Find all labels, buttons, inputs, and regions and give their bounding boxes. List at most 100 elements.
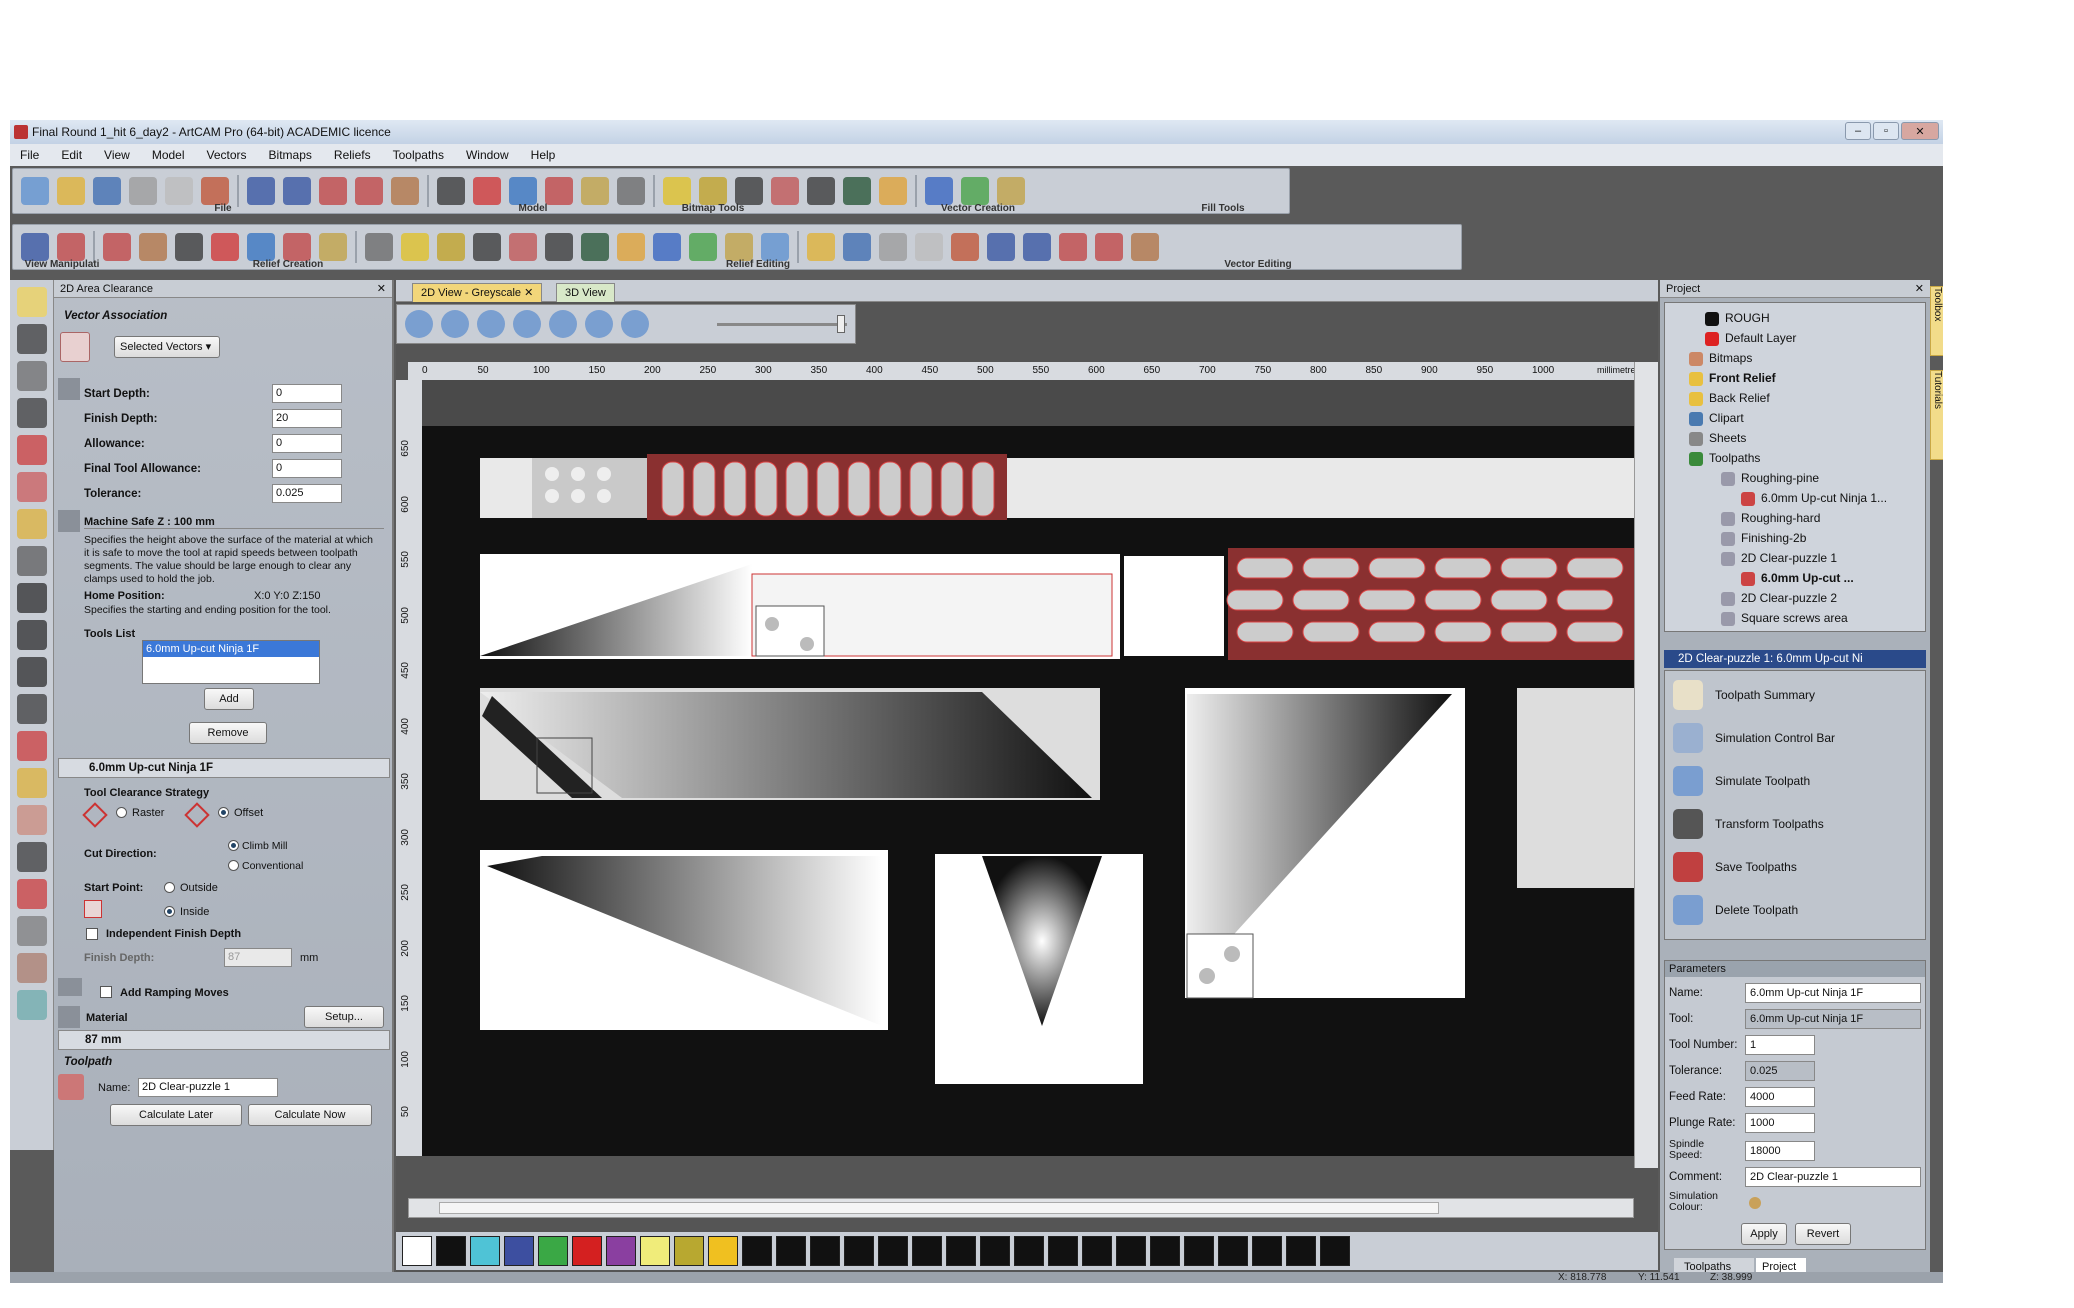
tree-item[interactable]: Roughing-pine <box>1721 469 1819 487</box>
tree-item[interactable]: Bitmaps <box>1689 349 1752 367</box>
machine-safe-z-label[interactable]: Machine Safe Z : 100 mm <box>84 516 384 529</box>
toolbar2-tool-icon[interactable] <box>401 233 429 261</box>
toolbar2-tool-icon[interactable] <box>1059 233 1087 261</box>
material-setup-button[interactable]: Setup... <box>304 1006 384 1028</box>
palette-colour-swatch[interactable] <box>946 1236 976 1266</box>
horizontal-scrollbar[interactable] <box>408 1198 1634 1218</box>
toolbar1-tool-icon[interactable] <box>165 177 193 205</box>
toolbar1-tool-icon[interactable] <box>997 177 1025 205</box>
toolpath-name-input[interactable]: 2D Clear-puzzle 1 <box>138 1078 278 1097</box>
toolbar2-tool-icon[interactable] <box>283 233 311 261</box>
toolbar1-tool-icon[interactable] <box>879 177 907 205</box>
stamp-icon[interactable] <box>16 953 47 983</box>
toolbar2-tool-icon[interactable] <box>1095 233 1123 261</box>
maximize-button[interactable]: ▫ <box>1873 122 1899 140</box>
tree-item[interactable]: Finishing-2b <box>1721 529 1806 547</box>
zoom-extents-icon[interactable] <box>585 310 613 338</box>
toolbar1-tool-icon[interactable] <box>663 177 691 205</box>
conventional-radio[interactable] <box>228 860 239 871</box>
palette-colour-swatch[interactable] <box>1218 1236 1248 1266</box>
palette-colour-swatch[interactable] <box>436 1236 466 1266</box>
arc-icon[interactable] <box>16 694 47 724</box>
palette-colour-swatch[interactable] <box>402 1236 432 1266</box>
independent-finish-depth-checkbox[interactable] <box>86 928 98 940</box>
toolbar1-tool-icon[interactable] <box>807 177 835 205</box>
toolbar1-tool-icon[interactable] <box>93 177 121 205</box>
toolbar2-tool-icon[interactable] <box>21 233 49 261</box>
tree-item[interactable]: 2D Clear-puzzle 2 <box>1721 589 1837 607</box>
toolbar1-tool-icon[interactable] <box>735 177 763 205</box>
add-ramping-moves-checkbox[interactable] <box>100 986 112 998</box>
toolbar2-tool-icon[interactable] <box>951 233 979 261</box>
sculpt-icon[interactable] <box>16 842 47 872</box>
toolbar1-tool-icon[interactable] <box>283 177 311 205</box>
calculate-later-button[interactable]: Calculate Later <box>110 1104 242 1126</box>
tab-3d-view[interactable]: 3D View <box>556 283 615 302</box>
palette-colour-swatch[interactable] <box>674 1236 704 1266</box>
simulate-toolpath-action[interactable]: Simulate Toolpath <box>1673 763 1810 799</box>
palette-colour-swatch[interactable] <box>1048 1236 1078 1266</box>
palette-colour-swatch[interactable] <box>1320 1236 1350 1266</box>
tree-item[interactable]: Roughing-hard <box>1721 509 1820 527</box>
toolbar1-tool-icon[interactable] <box>21 177 49 205</box>
tab-close-icon[interactable]: ✕ <box>524 287 533 299</box>
calculate-now-button[interactable]: Calculate Now <box>248 1104 372 1126</box>
tree-item[interactable]: ROUGH <box>1705 309 1770 327</box>
menu-item-model[interactable]: Model <box>152 148 185 162</box>
toolbar2-tool-icon[interactable] <box>211 233 239 261</box>
palette-colour-swatch[interactable] <box>742 1236 772 1266</box>
paint-icon[interactable] <box>16 472 47 502</box>
transform-icon[interactable] <box>16 361 47 391</box>
close-button[interactable]: ✕ <box>1901 122 1939 140</box>
brush-icon[interactable] <box>16 879 47 909</box>
tree-item[interactable]: Square screws area <box>1721 609 1848 627</box>
tool-dropdown[interactable]: 6.0mm Up-cut Ninja 1F <box>58 758 390 778</box>
toolbar2-tool-icon[interactable] <box>807 233 835 261</box>
palette-colour-swatch[interactable] <box>708 1236 738 1266</box>
toolbar2-tool-icon[interactable] <box>725 233 753 261</box>
save-toolpaths-action[interactable]: Save Toolpaths <box>1673 849 1797 885</box>
toolbar1-tool-icon[interactable] <box>617 177 645 205</box>
text-icon[interactable] <box>16 731 47 761</box>
zoom-in-icon[interactable] <box>405 310 433 338</box>
toolbar2-tool-icon[interactable] <box>689 233 717 261</box>
menu-item-toolpaths[interactable]: Toolpaths <box>393 148 444 162</box>
toolbar1-tool-icon[interactable] <box>57 177 85 205</box>
tool-list-item[interactable]: 6.0mm Up-cut Ninja 1F <box>143 641 319 657</box>
minimize-button[interactable]: – <box>1845 122 1871 140</box>
transform-toolpaths-action[interactable]: Transform Toolpaths <box>1673 806 1824 842</box>
zoom-out-icon[interactable] <box>441 310 469 338</box>
smooth-icon[interactable] <box>16 805 47 835</box>
pen-icon[interactable] <box>16 435 47 465</box>
tab-2d-view[interactable]: 2D View - Greyscale ✕ <box>412 283 543 302</box>
toolbar2-tool-icon[interactable] <box>581 233 609 261</box>
toolbar2-tool-icon[interactable] <box>1023 233 1051 261</box>
toolbar1-tool-icon[interactable] <box>699 177 727 205</box>
palette-colour-swatch[interactable] <box>844 1236 874 1266</box>
palette-colour-swatch[interactable] <box>912 1236 942 1266</box>
tree-item[interactable]: Toolpaths <box>1689 449 1760 467</box>
circle-icon[interactable] <box>16 620 47 650</box>
drop-icon[interactable] <box>16 768 47 798</box>
toolbar2-tool-icon[interactable] <box>473 233 501 261</box>
palette-colour-swatch[interactable] <box>1082 1236 1112 1266</box>
toolbar2-tool-icon[interactable] <box>545 233 573 261</box>
toolbar2-tool-icon[interactable] <box>175 233 203 261</box>
menu-item-help[interactable]: Help <box>531 148 556 162</box>
toolbar2-tool-icon[interactable] <box>987 233 1015 261</box>
toolbar2-tool-icon[interactable] <box>57 233 85 261</box>
palette-colour-swatch[interactable] <box>1252 1236 1282 1266</box>
tools-list-box[interactable]: 6.0mm Up-cut Ninja 1F <box>142 640 320 684</box>
palette-colour-swatch[interactable] <box>538 1236 568 1266</box>
palette-colour-swatch[interactable] <box>776 1236 806 1266</box>
toolbar2-tool-icon[interactable] <box>761 233 789 261</box>
toolbar1-tool-icon[interactable] <box>843 177 871 205</box>
palette-colour-swatch[interactable] <box>504 1236 534 1266</box>
panel-close-icon[interactable]: ✕ <box>377 280 386 298</box>
offset-radio[interactable] <box>218 807 229 818</box>
menu-item-file[interactable]: File <box>20 148 39 162</box>
toolbar1-tool-icon[interactable] <box>391 177 419 205</box>
toolbar2-tool-icon[interactable] <box>247 233 275 261</box>
zoom-box-icon[interactable] <box>549 310 577 338</box>
palette-colour-swatch[interactable] <box>640 1236 670 1266</box>
